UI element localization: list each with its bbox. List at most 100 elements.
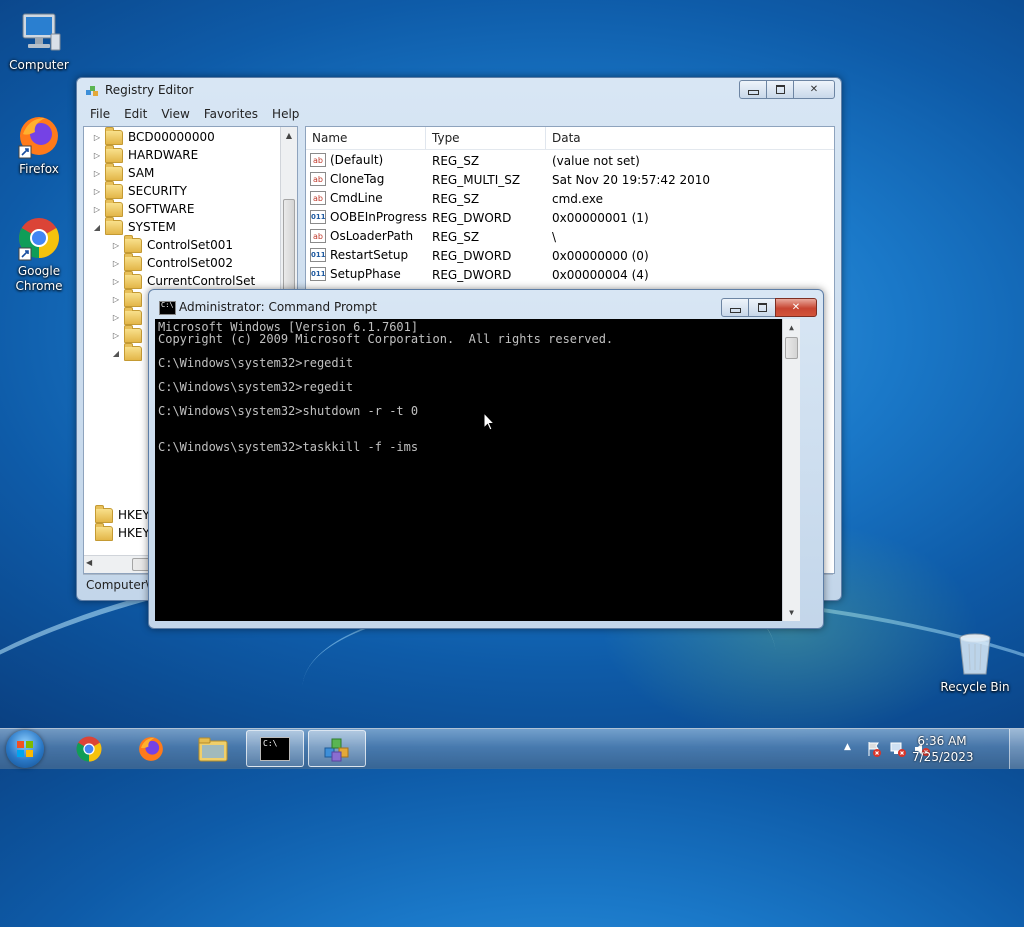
recycle-bin-icon [951, 630, 999, 678]
column-headers: Name Type Data [306, 127, 834, 150]
desktop-icon-label: Google Chrome [15, 264, 63, 293]
restore-button[interactable] [748, 298, 776, 317]
expand-arrow-icon[interactable]: ▷ [92, 205, 102, 214]
command-prompt-window[interactable]: C:\ Administrator: Command Prompt ✕ Micr… [148, 289, 824, 629]
expand-arrow-icon[interactable]: ▷ [111, 241, 121, 250]
command-prompt-titlebar[interactable]: C:\ Administrator: Command Prompt ✕ [149, 290, 823, 317]
scroll-down-icon[interactable]: ▼ [783, 604, 800, 620]
folder-icon [124, 324, 142, 343]
binary-value-icon: 011 [310, 267, 326, 281]
menu-file[interactable]: File [83, 105, 117, 124]
value-type: REG_SZ [432, 154, 480, 168]
folder-icon [95, 504, 113, 523]
value-row[interactable]: ab (Default) REG_SZ (value not set) [306, 151, 834, 170]
window-title: Administrator: Command Prompt [179, 300, 377, 314]
minimize-button[interactable] [721, 298, 749, 317]
minimize-icon [747, 89, 759, 95]
scroll-thumb[interactable] [785, 337, 798, 359]
expand-arrow-icon[interactable]: ▷ [92, 133, 102, 142]
value-data: cmd.exe [552, 192, 604, 206]
close-button[interactable]: ✕ [775, 298, 817, 317]
menu-view[interactable]: View [154, 105, 196, 124]
show-hidden-icons-icon[interactable]: ▲ [844, 742, 851, 752]
command-prompt-icon: C:\ [260, 736, 290, 761]
expand-arrow-icon[interactable]: ▷ [92, 169, 102, 178]
menu-edit[interactable]: Edit [117, 105, 154, 124]
console-line: C:\Windows\system32>regedit [158, 380, 354, 394]
taskbar-explorer-button[interactable] [184, 730, 242, 767]
collapse-arrow-icon[interactable]: ◢ [92, 223, 102, 232]
tree-item[interactable]: ▷ SAM [92, 162, 155, 182]
value-type: REG_DWORD [432, 268, 512, 282]
caption-buttons: ✕ [739, 80, 835, 99]
registry-editor-app-icon [85, 84, 99, 98]
desktop-icon-computer[interactable]: Computer [2, 8, 76, 73]
column-name[interactable]: Name [306, 127, 426, 149]
tree-item[interactable]: ▷ ControlSet001 [111, 234, 233, 254]
taskbar-command-prompt-button[interactable]: C:\ [246, 730, 304, 767]
expand-arrow-icon[interactable]: ▷ [111, 313, 121, 322]
desktop-icon-firefox[interactable]: Firefox [2, 112, 76, 177]
menu-favorites[interactable]: Favorites [197, 105, 265, 124]
firefox-icon [15, 112, 63, 160]
desktop-icon-recycle-bin[interactable]: Recycle Bin [938, 630, 1012, 695]
console-output[interactable]: Microsoft Windows [Version 6.1.7601] Cop… [155, 319, 800, 621]
windows-logo-icon [17, 741, 33, 757]
tree-item-label: HARDWARE [128, 148, 199, 162]
tree-item[interactable]: ▷ [111, 288, 147, 308]
value-row[interactable]: 011 OOBEInProgress REG_DWORD 0x00000001 (1) [306, 208, 834, 227]
restore-button[interactable] [766, 80, 794, 99]
scroll-up-icon[interactable]: ▲ [783, 319, 800, 335]
expand-arrow-icon[interactable]: ▷ [92, 187, 102, 196]
expand-arrow-icon[interactable]: ▷ [111, 277, 121, 286]
console-scrollbar[interactable]: ▲ ▼ [782, 319, 800, 621]
taskbar-registry-editor-button[interactable] [308, 730, 366, 767]
folder-icon [124, 252, 142, 271]
expand-arrow-icon[interactable]: ▷ [111, 259, 121, 268]
action-center-icon[interactable] [866, 741, 882, 757]
taskbar-firefox-button[interactable] [122, 730, 180, 767]
network-icon[interactable] [890, 741, 906, 757]
taskbar-clock[interactable]: 6:36 AM 7/25/2023 [912, 733, 974, 765]
value-type: REG_DWORD [432, 249, 512, 263]
value-row[interactable]: 011 RestartSetup REG_DWORD 0x00000000 (0) [306, 246, 834, 265]
tree-item[interactable]: ▷ BCD00000000 [92, 127, 215, 146]
registry-editor-titlebar[interactable]: Registry Editor ✕ [77, 78, 841, 102]
string-value-icon: ab [310, 172, 326, 186]
value-data: 0x00000000 (0) [552, 249, 649, 263]
value-type: REG_DWORD [432, 211, 512, 225]
tree-item[interactable]: ▷ HARDWARE [92, 144, 199, 164]
column-data[interactable]: Data [546, 127, 834, 149]
tree-item[interactable]: ▷ CurrentControlSet [111, 270, 255, 290]
tree-item[interactable]: ▷ ControlSet002 [111, 252, 233, 272]
tree-item[interactable]: ▷ SECURITY [92, 180, 187, 200]
folder-icon [95, 522, 113, 541]
tree-item[interactable]: ◢ [111, 342, 147, 362]
expand-arrow-icon[interactable]: ▷ [111, 331, 121, 340]
show-desktop-button[interactable] [1009, 729, 1024, 769]
value-row[interactable]: ab CmdLine REG_SZ cmd.exe [306, 189, 834, 208]
tree-item[interactable]: ▷ SOFTWARE [92, 198, 194, 218]
folder-icon [105, 162, 123, 181]
computer-icon [15, 8, 63, 56]
start-button[interactable] [6, 730, 44, 768]
minimize-button[interactable] [739, 80, 767, 99]
console-line: Copyright (c) 2009 Microsoft Corporation… [158, 332, 614, 346]
taskbar-chrome-button[interactable] [60, 730, 118, 767]
scroll-left-icon[interactable]: ◀ [86, 558, 92, 567]
collapse-arrow-icon[interactable]: ◢ [111, 349, 121, 358]
column-type[interactable]: Type [426, 127, 546, 149]
expand-arrow-icon[interactable]: ▷ [111, 295, 121, 304]
menu-help[interactable]: Help [265, 105, 306, 124]
tree-item-system[interactable]: ◢ SYSTEM [92, 216, 176, 236]
tree-item-label: SAM [128, 166, 155, 180]
value-row[interactable]: ab OsLoaderPath REG_SZ \ [306, 227, 834, 246]
desktop-icon-chrome[interactable]: Google Chrome [2, 214, 76, 294]
value-row[interactable]: ab CloneTag REG_MULTI_SZ Sat Nov 20 19:57:4… [306, 170, 834, 189]
value-row[interactable]: 011 SetupPhase REG_DWORD 0x00000004 (4) [306, 265, 834, 284]
tree-item[interactable]: ▷ [111, 306, 147, 326]
expand-arrow-icon[interactable]: ▷ [92, 151, 102, 160]
scroll-up-icon[interactable]: ▲ [281, 127, 297, 143]
close-button[interactable]: ✕ [793, 80, 835, 99]
tree-item[interactable]: ▷ [111, 324, 147, 344]
